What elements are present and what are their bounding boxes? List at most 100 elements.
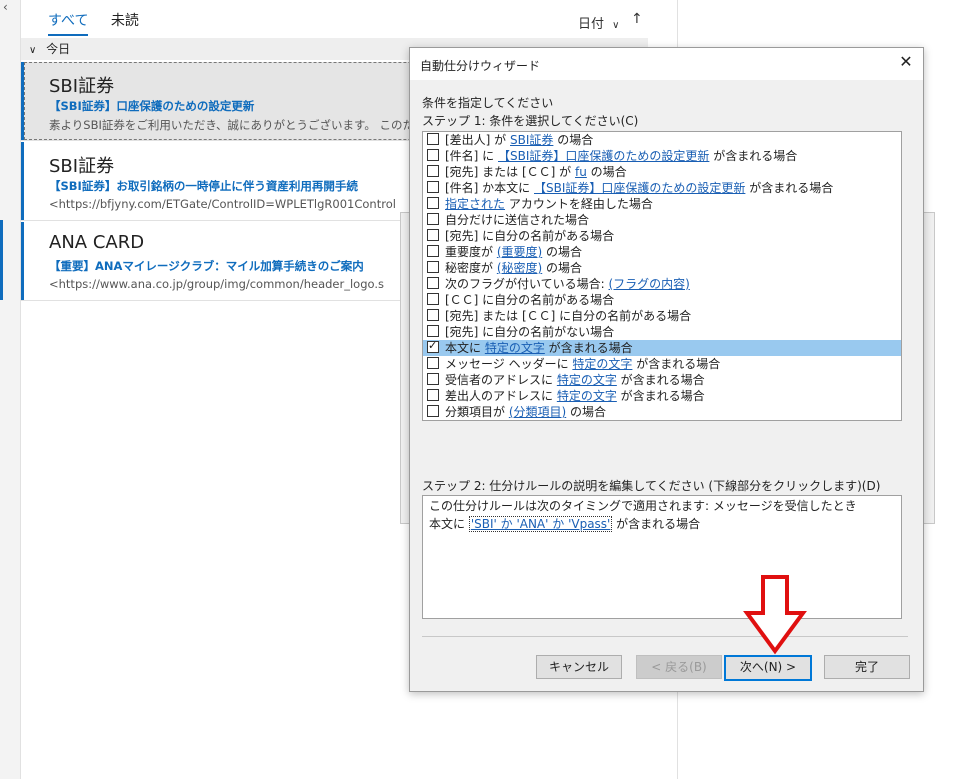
condition-text: [件名] に xyxy=(445,149,498,163)
condition-checkbox[interactable] xyxy=(427,277,439,289)
condition-row[interactable]: [宛先] に自分の名前がない場合 xyxy=(423,324,901,340)
condition-text: が含まれる場合 xyxy=(709,149,798,163)
condition-row[interactable]: 重要度が (重要度) の場合 xyxy=(423,244,901,260)
tab-all[interactable]: すべて xyxy=(48,10,89,36)
condition-link[interactable]: 特定の文字 xyxy=(557,389,617,403)
condition-row[interactable]: [ＣＣ] に自分の名前がある場合 xyxy=(423,292,901,308)
description-line-1: この仕分けルールは次のタイミングで適用されます: メッセージを受信したとき xyxy=(429,499,857,513)
condition-row[interactable]: 自分だけに送信された場合 xyxy=(423,212,901,228)
chevron-left-icon[interactable]: ‹ xyxy=(3,0,8,14)
instruction-text: 条件を指定してください xyxy=(422,96,554,110)
condition-checkbox[interactable] xyxy=(427,357,439,369)
mail-sender: ANA CARD xyxy=(49,232,145,253)
condition-text: の場合 xyxy=(566,405,607,419)
divider xyxy=(422,636,908,637)
condition-list[interactable]: [差出人] が SBI証券 の場合 [件名] に 【SBI証券】口座保護のための設… xyxy=(422,131,902,421)
next-button[interactable]: 次へ(N) > xyxy=(724,655,812,681)
rules-wizard-dialog: 自動仕分けウィザード ✕ 条件を指定してください ステップ 1: 条件を選択して… xyxy=(409,47,924,692)
condition-checkbox[interactable] xyxy=(427,405,439,417)
condition-link[interactable]: 特定の文字 xyxy=(557,373,617,387)
condition-row[interactable]: [宛先] に自分の名前がある場合 xyxy=(423,228,901,244)
condition-text: 本文に xyxy=(445,341,485,355)
condition-text: [宛先] または [ＣＣ] に自分の名前がある場合 xyxy=(445,309,692,323)
condition-text: [差出人] が xyxy=(445,133,510,147)
sort-direction-icon[interactable]: ↑ xyxy=(631,11,643,27)
condition-row[interactable]: 指定された アカウントを経由した場合 xyxy=(423,196,901,212)
unread-bar xyxy=(21,142,24,220)
mail-subject: 【重要】ANAマイレージクラブ：マイル加算手続きのご案内 xyxy=(49,259,364,273)
condition-link[interactable]: 特定の文字 xyxy=(485,341,545,355)
condition-row[interactable]: 本文に 特定の文字 が含まれる場合 xyxy=(423,338,901,356)
condition-checkbox[interactable] xyxy=(427,373,439,385)
condition-row[interactable]: 分類項目が (分類項目) の場合 xyxy=(423,404,901,420)
sort-dropdown[interactable]: 日付 ∨ xyxy=(578,13,619,32)
unread-bar xyxy=(21,222,24,300)
condition-row[interactable]: 受信者のアドレスに 特定の文字 が含まれる場合 xyxy=(423,372,901,388)
condition-checkbox[interactable] xyxy=(427,309,439,321)
condition-checkbox[interactable] xyxy=(427,261,439,273)
condition-checkbox[interactable] xyxy=(427,325,439,337)
finish-button[interactable]: 完了 xyxy=(824,655,910,679)
condition-link[interactable]: (秘密度) xyxy=(497,261,542,275)
condition-text: [件名] か本文に xyxy=(445,181,534,195)
cancel-button[interactable]: キャンセル xyxy=(536,655,622,679)
condition-link[interactable]: (重要度) xyxy=(497,245,542,259)
mail-preview: <https://www.ana.co.jp/group/img/common/… xyxy=(49,277,384,291)
condition-link[interactable]: 特定の文字 xyxy=(572,357,632,371)
condition-row[interactable]: [宛先] または [ＣＣ] が fu の場合 xyxy=(423,164,901,180)
condition-row[interactable]: [差出人] が SBI証券 の場合 xyxy=(423,132,901,148)
condition-row[interactable]: 秘密度が (秘密度) の場合 xyxy=(423,260,901,276)
back-button[interactable]: < 戻る(B) xyxy=(636,655,722,679)
condition-text: 分類項目が xyxy=(445,405,509,419)
condition-checkbox[interactable] xyxy=(427,389,439,401)
condition-checkbox[interactable] xyxy=(427,338,439,354)
description-pre: 本文に xyxy=(429,517,469,531)
group-label: 今日 xyxy=(46,42,71,56)
condition-link[interactable]: fu xyxy=(575,165,587,179)
condition-checkbox[interactable] xyxy=(427,197,439,209)
condition-checkbox[interactable] xyxy=(427,133,439,145)
condition-text: [宛先] または [ＣＣ] が xyxy=(445,165,575,179)
step2-label: ステップ 2: 仕分けルールの説明を編集してください (下線部分をクリックします… xyxy=(422,479,881,493)
condition-text: 自分だけに送信された場合 xyxy=(445,213,590,227)
condition-text: 差出人のアドレスに xyxy=(445,389,557,403)
condition-row[interactable]: メッセージ ヘッダーに 特定の文字 が含まれる場合 xyxy=(423,356,901,372)
mail-preview: <https://bfjyny.com/ETGate/ControlID=WPL… xyxy=(49,197,396,211)
condition-row[interactable]: [件名] か本文に 【SBI証券】口座保護のための設定更新 が含まれる場合 xyxy=(423,180,901,196)
condition-checkbox[interactable] xyxy=(427,213,439,225)
condition-text: 受信者のアドレスに xyxy=(445,373,557,387)
condition-row[interactable]: 次のフラグが付いている場合: (フラグの内容) xyxy=(423,276,901,292)
condition-link[interactable]: (分類項目) xyxy=(509,405,566,419)
condition-checkbox[interactable] xyxy=(427,245,439,257)
sort-label: 日付 xyxy=(578,17,605,32)
condition-text: [ＣＣ] に自分の名前がある場合 xyxy=(445,293,615,307)
condition-text: 重要度が xyxy=(445,245,497,259)
condition-text: が含まれる場合 xyxy=(745,181,834,195)
left-gutter: ‹ xyxy=(0,0,21,779)
condition-link[interactable]: (フラグの内容) xyxy=(609,277,690,291)
condition-text: の場合 xyxy=(586,165,627,179)
condition-text: が含まれる場合 xyxy=(616,389,705,403)
condition-checkbox[interactable] xyxy=(427,181,439,193)
condition-link[interactable]: 【SBI証券】口座保護のための設定更新 xyxy=(534,181,745,195)
condition-link[interactable]: 指定された xyxy=(445,197,505,211)
condition-checkbox[interactable] xyxy=(427,149,439,161)
condition-link[interactable]: SBI証券 xyxy=(510,133,553,147)
condition-row[interactable]: 差出人のアドレスに 特定の文字 が含まれる場合 xyxy=(423,388,901,404)
step1-label: ステップ 1: 条件を選択してください(C) xyxy=(422,114,639,128)
condition-row[interactable]: [件名] に 【SBI証券】口座保護のための設定更新 が含まれる場合 xyxy=(423,148,901,164)
condition-text: の場合 xyxy=(553,133,594,147)
keywords-link[interactable]: 'SBI' か 'ANA' か 'Vpass' xyxy=(468,516,613,532)
condition-checkbox[interactable] xyxy=(427,165,439,177)
close-icon[interactable]: ✕ xyxy=(897,53,915,71)
condition-text: アカウントを経由した場合 xyxy=(505,197,653,211)
condition-text: 次のフラグが付いている場合: xyxy=(445,277,609,291)
rule-description-box: この仕分けルールは次のタイミングで適用されます: メッセージを受信したとき 本文… xyxy=(422,495,902,619)
condition-checkbox[interactable] xyxy=(427,293,439,305)
mail-sender: SBI証券 xyxy=(49,76,115,97)
tab-unread[interactable]: 未読 xyxy=(111,10,139,34)
condition-link[interactable]: 【SBI証券】口座保護のための設定更新 xyxy=(498,149,709,163)
description-post: が含まれる場合 xyxy=(612,517,701,531)
condition-checkbox[interactable] xyxy=(427,229,439,241)
condition-row[interactable]: [宛先] または [ＣＣ] に自分の名前がある場合 xyxy=(423,308,901,324)
